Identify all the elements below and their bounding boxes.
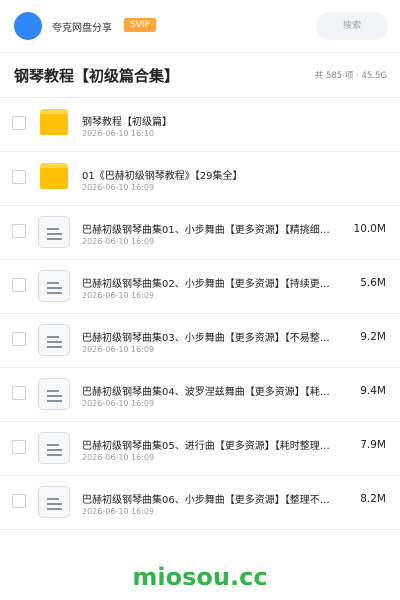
file-row[interactable]: 巴赫初级钢琴曲集05、进行曲【更多资源】【耗时整理… 2026-06-10 16…: [0, 422, 400, 476]
watermark: miosou.cc: [132, 563, 268, 591]
app-header: 夸克网盘分享 SVIP 搜索: [0, 0, 400, 53]
file-size: 9.4M: [360, 385, 386, 397]
file-list: 钢琴教程【初级篇】 2026-06-10 16:10 01《巴赫初级钢琴教程》【…: [0, 98, 400, 530]
row-checkbox[interactable]: [12, 494, 26, 508]
file-name[interactable]: 巴赫初级钢琴曲集05、进行曲【更多资源】【耗时整理…: [82, 437, 354, 452]
folder-icon: [38, 162, 70, 194]
folder-icon: [38, 108, 70, 140]
file-date: 2026-06-10 16:09: [82, 345, 155, 354]
file-date: 2026-06-10 16:09: [82, 237, 155, 246]
file-size: 8.2M: [360, 493, 386, 505]
file-name[interactable]: 钢琴教程【初级篇】: [82, 113, 172, 128]
file-name[interactable]: 巴赫初级钢琴曲集04、波罗涅兹舞曲【更多资源】【耗…: [82, 383, 354, 398]
file-name[interactable]: 巴赫初级钢琴曲集01、小步舞曲【更多资源】【精挑细…: [82, 221, 354, 236]
document-icon: [38, 216, 70, 248]
folder-summary: 共 585 项 · 45.5G: [314, 71, 387, 81]
file-size: 10.0M: [353, 223, 386, 235]
file-size: 9.2M: [360, 331, 386, 343]
file-size: 5.6M: [360, 277, 386, 289]
document-icon: [38, 270, 70, 302]
file-date: 2026-06-10 16:09: [82, 291, 155, 300]
file-row[interactable]: 巴赫初级钢琴曲集06、小步舞曲【更多资源】【整理不… 2026-06-10 16…: [0, 476, 400, 530]
brand-name: 夸克网盘分享: [52, 23, 112, 34]
file-date: 2026-06-10 16:09: [82, 183, 155, 192]
document-icon: [38, 378, 70, 410]
document-icon: [38, 486, 70, 518]
search-input[interactable]: 搜索: [316, 12, 388, 40]
row-checkbox[interactable]: [12, 278, 26, 292]
avatar[interactable]: [14, 12, 42, 40]
file-row[interactable]: 巴赫初级钢琴曲集02、小步舞曲【更多资源】【持续更… 2026-06-10 16…: [0, 260, 400, 314]
row-checkbox[interactable]: [12, 386, 26, 400]
file-row[interactable]: 钢琴教程【初级篇】 2026-06-10 16:10: [0, 98, 400, 152]
file-name[interactable]: 巴赫初级钢琴曲集06、小步舞曲【更多资源】【整理不…: [82, 491, 354, 506]
file-name[interactable]: 巴赫初级钢琴曲集02、小步舞曲【更多资源】【持续更…: [82, 275, 354, 290]
file-name[interactable]: 巴赫初级钢琴曲集03、小步舞曲【更多资源】【不易整…: [82, 329, 354, 344]
file-row[interactable]: 01《巴赫初级钢琴教程》【29集全】 2026-06-10 16:09: [0, 152, 400, 206]
page-title: 钢琴教程【初级篇合集】: [14, 67, 180, 85]
file-date: 2026-06-10 16:09: [82, 507, 155, 516]
file-name[interactable]: 01《巴赫初级钢琴教程》【29集全】: [82, 167, 242, 182]
row-checkbox[interactable]: [12, 224, 26, 238]
file-date: 2026-06-10 16:09: [82, 399, 155, 408]
file-date: 2026-06-10 16:10: [82, 129, 155, 138]
row-checkbox[interactable]: [12, 440, 26, 454]
file-date: 2026-06-10 16:09: [82, 453, 155, 462]
document-icon: [38, 324, 70, 356]
svip-badge[interactable]: SVIP: [124, 18, 156, 32]
file-row[interactable]: 巴赫初级钢琴曲集03、小步舞曲【更多资源】【不易整… 2026-06-10 16…: [0, 314, 400, 368]
file-row[interactable]: 巴赫初级钢琴曲集04、波罗涅兹舞曲【更多资源】【耗… 2026-06-10 16…: [0, 368, 400, 422]
file-size: 7.9M: [360, 439, 386, 451]
folder-title-bar: 钢琴教程【初级篇合集】 共 585 项 · 45.5G: [0, 53, 400, 98]
document-icon: [38, 432, 70, 464]
row-checkbox[interactable]: [12, 332, 26, 346]
file-row[interactable]: 巴赫初级钢琴曲集01、小步舞曲【更多资源】【精挑细… 2026-06-10 16…: [0, 206, 400, 260]
row-checkbox[interactable]: [12, 170, 26, 184]
row-checkbox[interactable]: [12, 116, 26, 130]
